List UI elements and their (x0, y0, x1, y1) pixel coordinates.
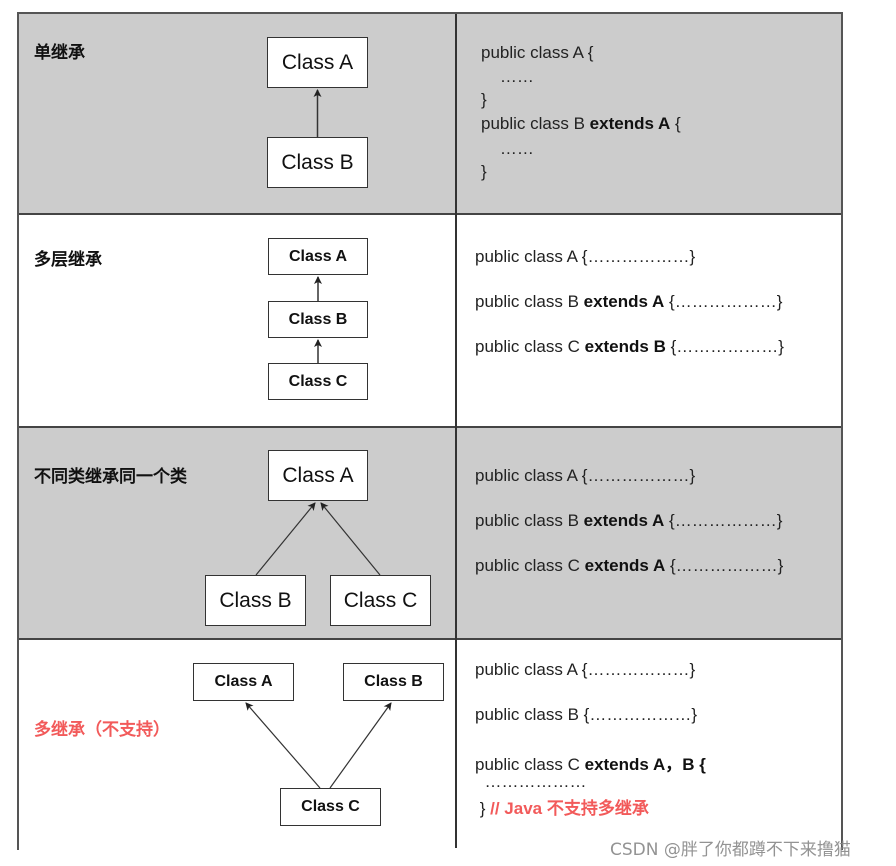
class-box-b: Class B (267, 137, 368, 188)
code-line: public class A {………………} (475, 466, 696, 485)
row-title-single: 单继承 (34, 43, 85, 63)
class-box-b: Class B (343, 663, 444, 701)
class-box-c: Class C (330, 575, 431, 626)
column-divider (455, 14, 457, 848)
code-line: public class B extends A {………………} (475, 511, 783, 530)
warning-comment: // Java 不支持多继承 (490, 799, 649, 818)
code-line: } (481, 90, 487, 109)
row-multilevel-inheritance (19, 213, 841, 426)
code-line: …… (481, 139, 534, 158)
code-line: public class A {………………} (475, 247, 696, 266)
code-line: } (481, 162, 487, 181)
code-line: public class B {………………} (475, 705, 698, 724)
class-box-a: Class A (193, 663, 294, 701)
class-box-c: Class C (280, 788, 381, 826)
row-title-multiple: 多继承（不支持） (34, 720, 170, 740)
code-line: public class A {………………} (475, 660, 696, 679)
code-line: ……………… (475, 772, 587, 791)
class-box-a: Class A (268, 450, 368, 501)
code-line: …… (481, 67, 534, 86)
class-box-b: Class B (268, 301, 368, 338)
class-box-c: Class C (268, 363, 368, 400)
row-title-multilevel: 多层继承 (34, 250, 102, 270)
class-box-a: Class A (267, 37, 368, 88)
code-line: } // Java 不支持多继承 (475, 799, 649, 818)
watermark: CSDN @胖了你都蹲不下来撸猫 (610, 840, 851, 860)
row-title-hierarchical: 不同类继承同一个类 (34, 467, 187, 487)
row-single-inheritance (19, 14, 841, 213)
code-line: public class C extends A {………………} (475, 556, 784, 575)
class-box-b: Class B (205, 575, 306, 626)
code-line: public class C extends B {………………} (475, 337, 784, 356)
code-line: public class B extends A {………………} (475, 292, 783, 311)
class-box-a: Class A (268, 238, 368, 275)
code-line: public class B extends A { (481, 114, 681, 133)
code-line: public class A { (481, 43, 594, 62)
